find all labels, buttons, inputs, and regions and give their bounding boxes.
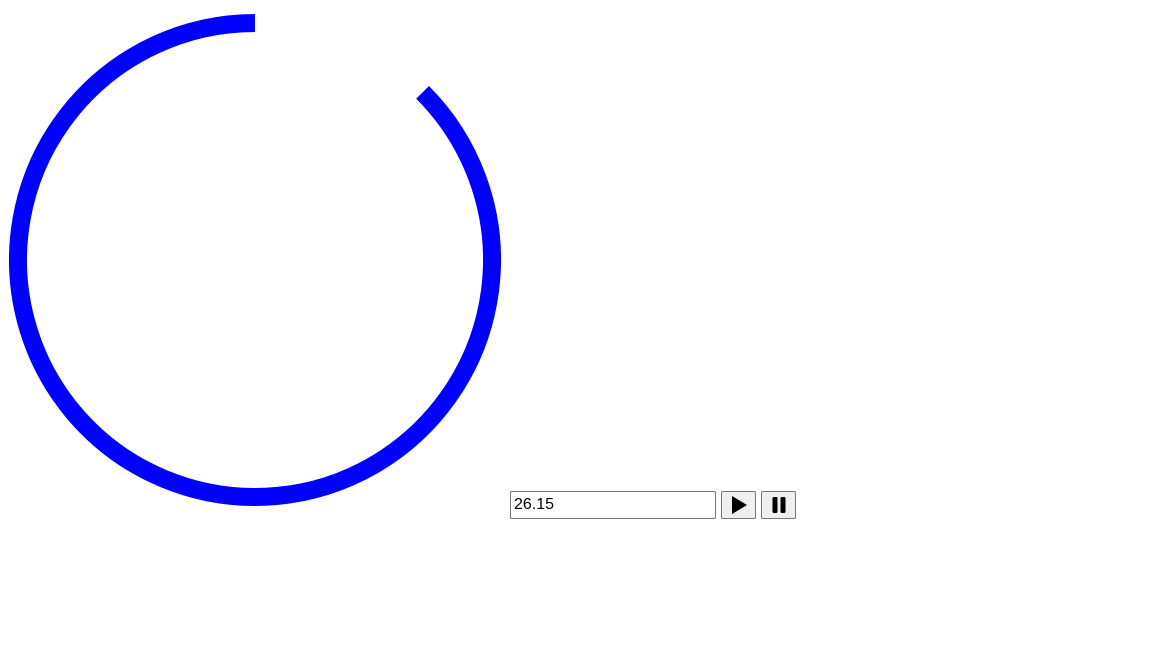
- duration-input[interactable]: [510, 491, 716, 519]
- countdown-ring: [9, 14, 501, 506]
- timer-controls: [510, 491, 796, 519]
- countdown-ring-arc: [9, 14, 501, 506]
- timer-app: [0, 0, 1152, 651]
- pause-button[interactable]: [761, 491, 796, 519]
- play-button[interactable]: [721, 491, 756, 519]
- pause-icon: [772, 497, 785, 513]
- play-icon: [731, 496, 747, 514]
